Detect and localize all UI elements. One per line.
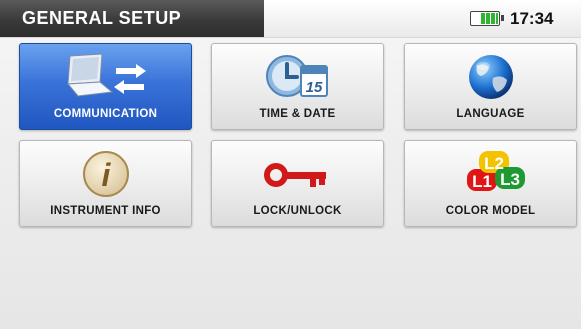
clock: 17:34 xyxy=(510,9,554,28)
page-title: GENERAL SETUP xyxy=(0,0,264,37)
lock-unlock-label: LOCK/UNLOCK xyxy=(253,205,342,217)
time-date-button[interactable]: 15 TIME & DATE xyxy=(211,43,384,130)
color-model-icon: L1 L2 L3 xyxy=(441,149,541,206)
phase-l3-label: L3 xyxy=(500,170,520,189)
globe-icon xyxy=(461,52,521,109)
color-model-button[interactable]: L1 L2 L3 COLOR MODEL xyxy=(404,140,577,227)
color-model-label: COLOR MODEL xyxy=(445,205,536,217)
time-date-label: TIME & DATE xyxy=(259,108,336,120)
communication-button[interactable]: COMMUNICATION xyxy=(19,43,192,130)
language-label: LANGUAGE xyxy=(456,108,525,120)
lock-unlock-button[interactable]: LOCK/UNLOCK xyxy=(211,140,384,227)
battery-icon xyxy=(470,11,504,26)
calendar-day: 15 xyxy=(305,79,322,96)
clock-calendar-icon: 15 xyxy=(253,52,343,109)
info-icon: i xyxy=(80,149,132,206)
status-bar: GENERAL SETUP 17:34 xyxy=(0,0,581,38)
laptop-transfer-icon xyxy=(56,52,156,109)
instrument-info-button[interactable]: i INSTRUMENT INFO xyxy=(19,140,192,227)
language-button[interactable]: LANGUAGE xyxy=(404,43,577,130)
key-icon xyxy=(258,149,338,206)
info-glyph: i xyxy=(101,157,111,193)
communication-label: COMMUNICATION xyxy=(53,108,158,120)
phase-l1-label: L1 xyxy=(472,172,492,191)
instrument-info-label: INSTRUMENT INFO xyxy=(50,205,161,217)
